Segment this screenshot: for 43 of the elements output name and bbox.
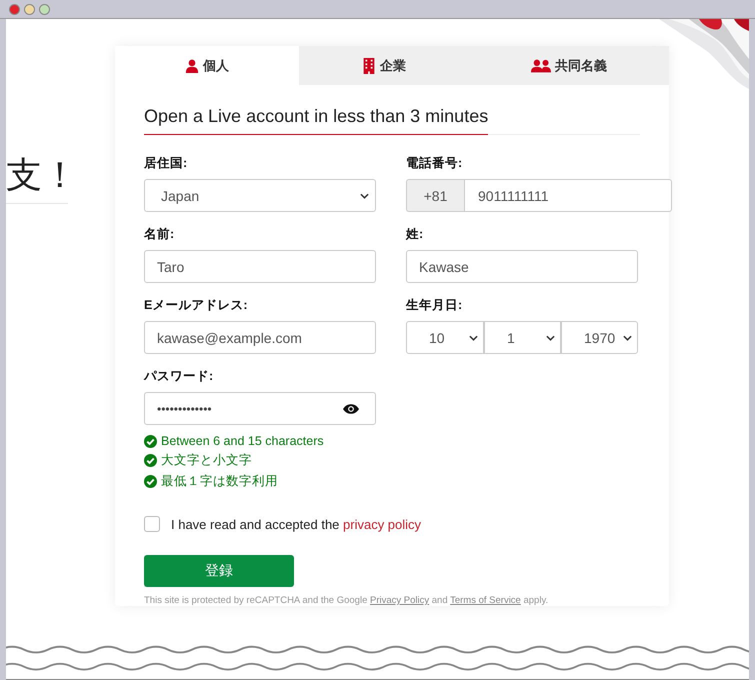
field-label: 名前: bbox=[144, 226, 176, 242]
minimize-button[interactable] bbox=[24, 4, 35, 14]
field-label: Eメールアドレス: bbox=[144, 297, 248, 313]
privacy-policy-link[interactable]: Privacy Policy bbox=[370, 595, 430, 606]
chevron-icon bbox=[360, 192, 369, 198]
terms-link[interactable]: Terms of Service bbox=[450, 595, 521, 606]
country-code: +81 bbox=[406, 179, 464, 212]
day-select[interactable]: 1 bbox=[484, 321, 561, 354]
people-icon bbox=[531, 58, 551, 74]
page-heading: 支！ bbox=[6, 153, 68, 197]
checkbox[interactable] bbox=[144, 516, 160, 532]
field-label: 姓: bbox=[406, 226, 424, 242]
field-label: 居住国: bbox=[144, 155, 188, 171]
person-icon bbox=[185, 58, 199, 74]
month-select[interactable]: 10 bbox=[406, 321, 484, 354]
last-name-input[interactable]: Kawase bbox=[406, 250, 638, 283]
building-icon bbox=[362, 58, 376, 74]
field-label: 生年月日: bbox=[406, 297, 464, 313]
privacy-policy-link[interactable]: privacy policy bbox=[343, 516, 422, 532]
tab[interactable]: 個人 bbox=[115, 46, 299, 85]
chevron-icon bbox=[546, 334, 555, 340]
phone-input[interactable]: 9011111111 bbox=[464, 179, 672, 212]
close-button[interactable] bbox=[9, 4, 20, 14]
field-label: 電話番号: bbox=[406, 155, 464, 171]
tab[interactable]: 共同名義 bbox=[469, 46, 669, 85]
password-input[interactable]: ••••••••••••• bbox=[144, 392, 376, 425]
tab[interactable]: 企業 bbox=[299, 46, 469, 85]
rule-text: Between 6 and 15 characters bbox=[161, 434, 324, 448]
register-button[interactable]: 登録 bbox=[144, 555, 294, 587]
first-name-input[interactable]: Taro bbox=[144, 250, 376, 283]
year-select[interactable]: 1970 bbox=[561, 321, 638, 354]
rule-text: 最低１字は数字利用 bbox=[161, 473, 278, 490]
consent-text: I have read and accepted the privacy policy bbox=[171, 516, 422, 532]
eye-icon[interactable] bbox=[343, 404, 359, 414]
recaptcha-notice: This site is protected by reCAPTCHA and the Google Privacy Policy and Terms of Service apply. bbox=[144, 595, 550, 606]
country-select[interactable]: Japan bbox=[144, 179, 376, 212]
field-label: パスワード: bbox=[144, 368, 214, 384]
chevron-icon bbox=[469, 334, 478, 340]
rule-text: 大文字と小文字 bbox=[161, 452, 252, 469]
email-input[interactable]: kawase@example.com bbox=[144, 321, 376, 354]
form-title: Open a Live account in less than 3 minutes bbox=[144, 106, 488, 135]
maximize-button[interactable] bbox=[39, 4, 50, 14]
chevron-icon bbox=[623, 334, 632, 340]
